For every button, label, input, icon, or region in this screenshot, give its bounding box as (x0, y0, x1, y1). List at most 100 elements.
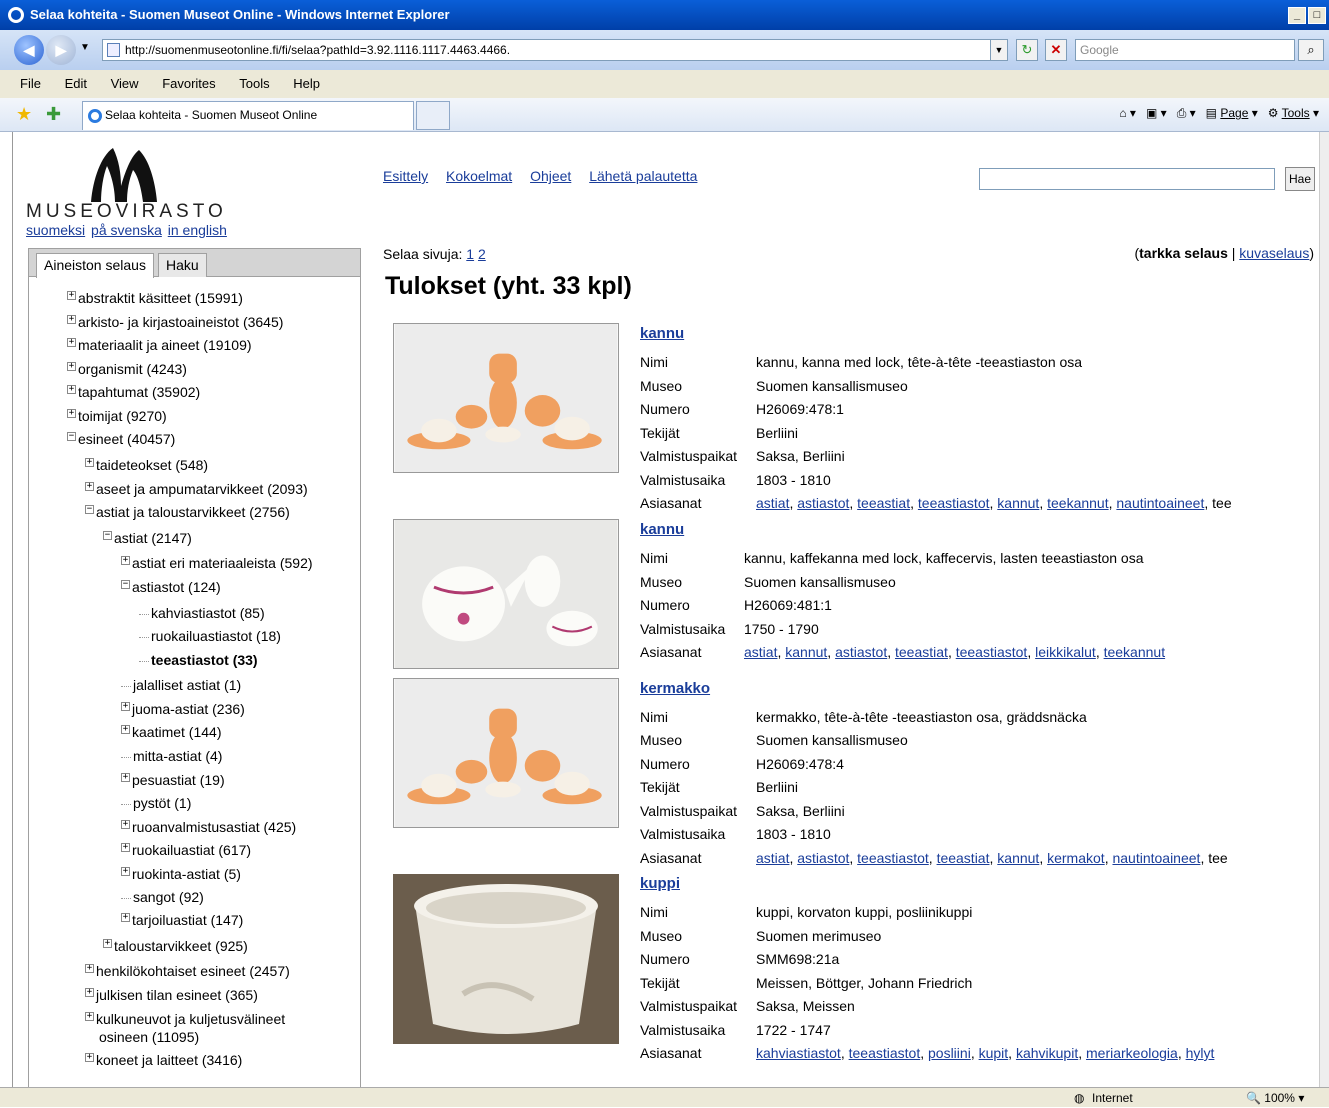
tree-node[interactable]: + materiaalit ja aineet (19109) (67, 336, 252, 354)
tree-node[interactable]: + aseet ja ampumatarvikkeet (2093) (85, 480, 308, 498)
home-icon[interactable]: ⌂ ▾ (1119, 106, 1136, 120)
tree-node[interactable]: kahviastiastot (85) (139, 604, 265, 622)
expand-icon[interactable]: + (121, 820, 130, 829)
tag-link[interactable]: astiastot (835, 644, 887, 660)
tree-node[interactable]: + arkisto- ja kirjastoaineistot (3645) (67, 313, 283, 331)
tree-node[interactable]: jalalliset astiat (1) (121, 676, 241, 694)
feeds-icon[interactable]: ▣ ▾ (1146, 106, 1167, 120)
tag-link[interactable]: teeastiat (895, 644, 948, 660)
tab-aineiston-selaus[interactable]: Aineiston selaus (36, 253, 154, 278)
history-dropdown-icon[interactable]: ▼ (80, 42, 90, 53)
search-input[interactable]: Google (1075, 39, 1295, 61)
tree-node[interactable]: + abstraktit käsitteet (15991) (67, 289, 243, 307)
tag-link[interactable]: teekannut (1047, 495, 1109, 511)
expand-icon[interactable]: + (85, 964, 94, 973)
tree-node[interactable]: ruokailuastiastot (18) (139, 627, 281, 645)
tree-node[interactable]: mitta-astiat (4) (121, 747, 222, 765)
search-button[interactable]: Hae (1285, 167, 1315, 191)
tree-node[interactable]: + tapahtumat (35902) (67, 383, 200, 401)
refresh-icon[interactable]: ↻ (1016, 39, 1038, 61)
tab-haku[interactable]: Haku (158, 253, 207, 277)
maximize-button[interactable]: □ (1308, 7, 1326, 24)
tag-link[interactable]: nautintoaineet (1112, 850, 1200, 866)
search-icon[interactable]: ⌕ (1298, 39, 1324, 61)
expand-icon[interactable]: + (85, 1053, 94, 1062)
tree-node[interactable]: + taloustarvikkeet (925) (103, 937, 248, 955)
collapse-icon[interactable]: − (85, 505, 94, 514)
expand-icon[interactable]: + (67, 315, 76, 324)
expand-icon[interactable]: + (67, 385, 76, 394)
tree-node[interactable]: + koneet ja laitteet (3416) (85, 1051, 242, 1069)
menu-tools[interactable]: Tools (239, 76, 269, 91)
menu-view[interactable]: View (111, 76, 139, 91)
tag-link[interactable]: kannut (997, 495, 1039, 511)
tree-node[interactable]: + kulkuneuvot ja kuljetusvälineet osineen … (85, 1010, 285, 1046)
tag-link[interactable]: kannut (997, 850, 1039, 866)
tag-link[interactable]: teeastiastot (918, 495, 990, 511)
forward-button[interactable]: ▶ (46, 35, 76, 65)
tag-link[interactable]: kannut (785, 644, 827, 660)
tag-link[interactable]: nautintoaineet (1116, 495, 1204, 511)
tag-link[interactable]: hylyt (1186, 1045, 1215, 1061)
tree-node[interactable]: + astiat eri materiaaleista (592) (121, 554, 313, 572)
expand-icon[interactable]: + (121, 556, 130, 565)
page-link-1[interactable]: 1 (466, 246, 474, 262)
tag-link[interactable]: kahviastiastot (756, 1045, 841, 1061)
collapse-icon[interactable]: − (67, 432, 76, 441)
tree-node[interactable]: teeastiastot (33) (139, 651, 258, 669)
site-search-input[interactable] (979, 168, 1275, 190)
page-menu[interactable]: ▤ Page ▾ (1206, 106, 1258, 120)
tree-node[interactable]: + henkilökohtaiset esineet (2457) (85, 962, 290, 980)
tag-link[interactable]: teeastiat (937, 850, 990, 866)
tree-node[interactable]: + juoma-astiat (236) (121, 700, 245, 718)
menu-edit[interactable]: Edit (65, 76, 87, 91)
tag-link[interactable]: astiat (756, 495, 789, 511)
item-title-link[interactable]: kannu (640, 521, 684, 538)
expand-icon[interactable]: + (85, 482, 94, 491)
nav-kokoelmat[interactable]: Kokoelmat (446, 168, 512, 184)
tag-link[interactable]: teeastiastot (857, 850, 929, 866)
expand-icon[interactable]: + (67, 409, 76, 418)
mode-image-link[interactable]: kuvaselaus (1239, 245, 1309, 261)
tree-node[interactable]: + ruokinta-astiat (5) (121, 865, 241, 883)
print-icon[interactable]: ⎙ ▾ (1177, 106, 1196, 120)
tree-node[interactable]: + taideteokset (548) (85, 456, 208, 474)
collapse-icon[interactable]: − (121, 580, 130, 589)
tree-node[interactable]: − astiat ja taloustarvikkeet (2756) (85, 503, 290, 521)
url-field[interactable]: http://suomenmuseotonline.fi/fi/selaa?pa… (102, 39, 1008, 61)
expand-icon[interactable]: + (67, 338, 76, 347)
nav-ohjeet[interactable]: Ohjeet (530, 168, 571, 184)
tree-node[interactable]: + ruokailuastiat (617) (121, 841, 251, 859)
minimize-button[interactable]: _ (1288, 7, 1306, 24)
menu-help[interactable]: Help (293, 76, 320, 91)
tree-node[interactable]: − astiastot (124) (121, 578, 221, 596)
tree-node[interactable]: + pesuastiat (19) (121, 771, 225, 789)
tree-node[interactable]: + tarjoiluastiat (147) (121, 911, 243, 929)
item-image[interactable] (393, 874, 619, 1044)
expand-icon[interactable]: + (121, 702, 130, 711)
browser-tab[interactable]: Selaa kohteita - Suomen Museot Online (82, 101, 414, 130)
expand-icon[interactable]: + (121, 867, 130, 876)
tag-link[interactable]: astiat (744, 644, 777, 660)
item-title-link[interactable]: kannu (640, 325, 684, 342)
expand-icon[interactable]: + (67, 291, 76, 300)
tools-menu[interactable]: ⚙ Tools ▾ (1268, 106, 1319, 120)
item-title-link[interactable]: kuppi (640, 875, 680, 892)
page-link-2[interactable]: 2 (478, 246, 486, 262)
tag-link[interactable]: teekannut (1104, 644, 1166, 660)
expand-icon[interactable]: + (121, 843, 130, 852)
tag-link[interactable]: teeastiastot (956, 644, 1028, 660)
lang-english-link[interactable]: in english (168, 222, 227, 238)
tree-node[interactable]: + kaatimet (144) (121, 723, 221, 741)
tag-link[interactable]: astiastot (797, 495, 849, 511)
tree-node[interactable]: + ruoanvalmistusastiat (425) (121, 818, 296, 836)
tag-link[interactable]: meriarkeologia (1086, 1045, 1178, 1061)
tag-link[interactable]: astiat (756, 850, 789, 866)
tree-node[interactable]: pystöt (1) (121, 794, 191, 812)
back-button[interactable]: ◀ (14, 35, 44, 65)
expand-icon[interactable]: + (85, 458, 94, 467)
tree-node[interactable]: − esineet (40457) (67, 430, 175, 448)
lang-swedish-link[interactable]: på svenska (91, 222, 162, 238)
vertical-scrollbar[interactable] (1319, 132, 1329, 1087)
favorites-star-icon[interactable]: ★ (16, 104, 32, 125)
